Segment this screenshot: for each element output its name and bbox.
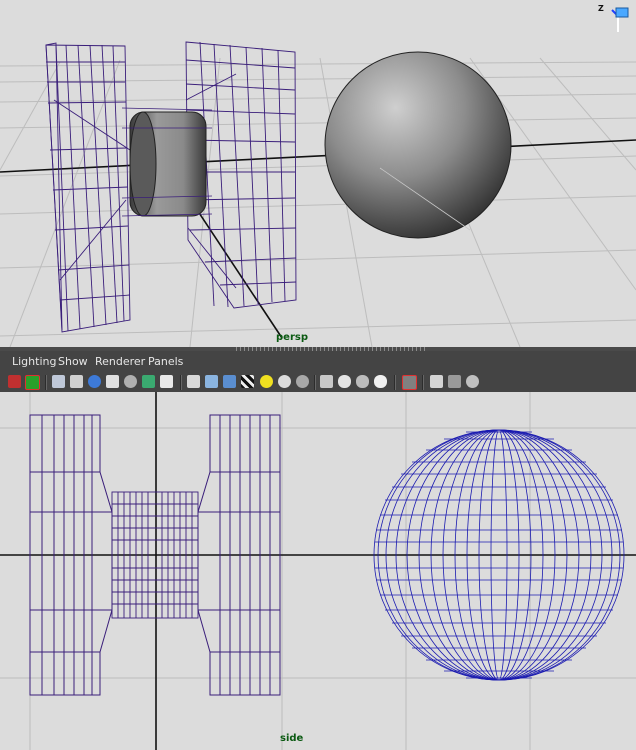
panel-menu-bar: Lighting Show Renderer Panels [0,351,636,373]
toolbar-divider [314,375,316,390]
menu-renderer[interactable]: Renderer [95,355,145,368]
menu-lighting[interactable]: Lighting [12,355,56,368]
xray-components-icon[interactable] [448,375,461,388]
toolbar-divider [45,375,47,390]
camera-attributes-icon[interactable] [25,375,40,390]
side-camera-label: side [280,733,304,744]
toolbar-divider [422,375,424,390]
xray-joints-icon[interactable] [356,375,369,388]
textured-icon[interactable] [241,375,254,388]
persp-sphere[interactable] [324,51,512,239]
menu-show[interactable]: Show [58,355,88,368]
image-plane-icon[interactable] [52,375,65,388]
high-quality-icon[interactable] [402,375,417,390]
toolbar-divider [180,375,182,390]
smooth-shade-icon[interactable] [205,375,218,388]
side-grid [0,392,636,750]
side-scene[interactable] [0,392,636,750]
xray-icon[interactable] [338,375,351,388]
view-axis-gizmo[interactable]: Z [598,2,632,36]
isolate-select-icon[interactable] [430,375,443,388]
side-viewport[interactable]: side [0,392,636,750]
side-axis-lines [0,392,636,750]
share-icon[interactable] [466,375,479,388]
select-camera-icon[interactable] [8,375,21,388]
use-all-lights-icon[interactable] [260,375,273,388]
persp-grid [0,57,636,347]
wireframe-on-shaded-icon[interactable] [223,375,236,388]
wireframe-icon[interactable] [187,375,200,388]
resolution-gate-icon[interactable] [106,375,119,388]
text-icon[interactable] [160,375,173,388]
toolbar-divider [394,375,396,390]
menu-panels[interactable]: Panels [148,355,183,368]
persp-camera-label: persp [276,332,308,343]
panel-toolbar [0,373,636,392]
persp-viewport[interactable]: Z persp [0,0,636,347]
flat-light-icon[interactable] [296,375,309,388]
persp-scene[interactable] [0,0,636,347]
axis-z-label: Z [598,4,604,13]
grid-icon[interactable] [70,375,83,388]
safe-title-icon[interactable] [142,375,155,388]
default-light-icon[interactable] [320,375,333,388]
film-gate-icon[interactable] [88,375,101,388]
shadows-icon[interactable] [278,375,291,388]
persp-left-flange-wireframe[interactable] [45,42,131,333]
backface-cull-icon[interactable] [374,375,387,388]
safe-action-icon[interactable] [124,375,137,388]
persp-axis-lines [0,139,636,339]
